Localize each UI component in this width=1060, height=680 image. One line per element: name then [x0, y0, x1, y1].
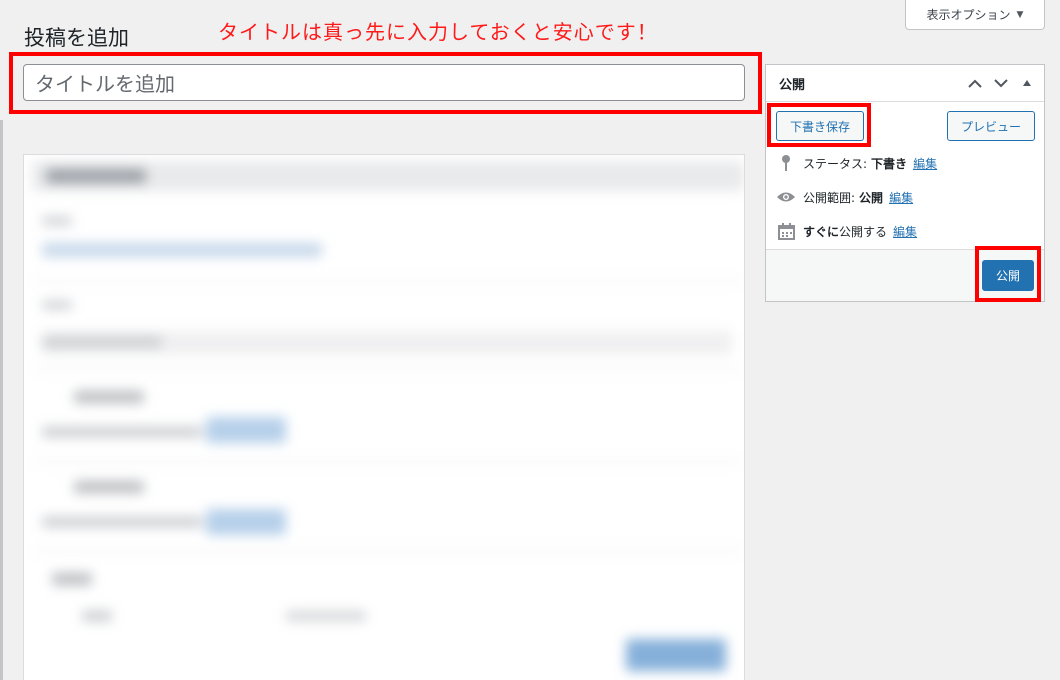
preview-button[interactable]: プレビュー — [947, 111, 1035, 141]
pin-icon — [776, 153, 796, 173]
schedule-value: すぐに — [803, 224, 840, 239]
highlight-publish-box — [975, 246, 1041, 302]
editor-content-area[interactable] — [23, 154, 745, 680]
annotation-text: タイトルは真っ先に入力しておくと安心です！ — [218, 20, 658, 44]
chevron-down-icon[interactable] — [992, 74, 1010, 92]
edit-status-link[interactable]: 編集 — [913, 155, 937, 172]
screen-options-label: 表示オプション — [926, 8, 1011, 22]
visibility-row: 公開範囲: 公開 編集 — [776, 187, 913, 207]
calendar-icon — [776, 221, 796, 241]
edit-visibility-link[interactable]: 編集 — [889, 189, 913, 206]
triangle-up-icon[interactable] — [1018, 74, 1036, 92]
publish-metabox-title: 公開 — [779, 77, 806, 93]
visibility-label: 公開範囲: — [803, 190, 856, 205]
highlight-draft-box — [767, 103, 871, 147]
eye-icon — [776, 187, 796, 207]
screen-options-button[interactable]: 表示オプション ▼ — [905, 0, 1045, 30]
schedule-row: すぐに 公開する 編集 — [776, 221, 917, 241]
visibility-value: 公開 — [859, 190, 884, 205]
chevron-up-icon[interactable] — [966, 74, 984, 92]
schedule-suffix: 公開する — [839, 224, 888, 239]
status-label: ステータス: — [803, 156, 868, 171]
status-row: ステータス: 下書き 編集 — [776, 153, 937, 173]
edit-schedule-link[interactable]: 編集 — [893, 223, 917, 240]
highlight-title-box — [9, 52, 762, 114]
publish-metabox-header: 公開 — [766, 65, 1044, 102]
status-value: 下書き — [871, 156, 908, 171]
blurred-content — [24, 155, 744, 680]
page-title: 投稿を追加 — [24, 26, 129, 50]
admin-menu-edge — [0, 120, 3, 680]
caret-down-icon: ▼ — [1016, 9, 1024, 20]
